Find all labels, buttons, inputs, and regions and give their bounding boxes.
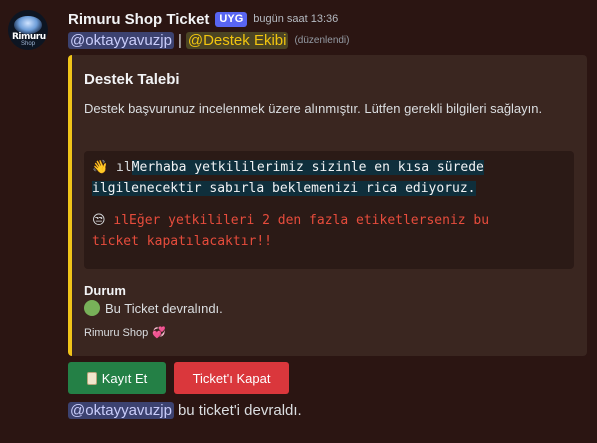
field-value-status: Bu Ticket devralındı.: [84, 300, 223, 316]
embed-description: Destek başvurunuz incelenmek üzere alınm…: [84, 101, 543, 116]
heart-icon: 💞: [152, 327, 166, 339]
waving-hand-icon: 👋: [92, 160, 109, 175]
save-button-label: Kayıt Et: [101, 370, 148, 386]
code-line: ilgilenecektir sabırla beklemenizi rica …: [92, 181, 476, 196]
code-line: Eğer yetkilileri 2 den fazla etiketlerse…: [129, 213, 490, 228]
footer-text: Rimuru Shop: [84, 326, 149, 339]
avatar-text-shop: Shop: [20, 41, 35, 47]
chat-message: Rimuru Shop Rimuru Shop Ticket UYG bugün…: [0, 0, 597, 443]
followup-message: @oktayyavuzjp bu ticket'i devraldı.: [68, 400, 302, 420]
code-block: 👋 ılMerhaba yetkililerimiz sizinle en kı…: [84, 151, 574, 269]
user-mention[interactable]: @oktayyavuzjp: [68, 401, 174, 419]
bot-avatar[interactable]: Rimuru Shop: [8, 10, 48, 50]
code-paragraph-warning: 😒 ılEğer yetkilileri 2 den fazla etiketl…: [92, 210, 568, 252]
user-mention[interactable]: @oktayyavuzjp: [68, 31, 174, 49]
scroll-icon: [86, 371, 97, 385]
author-name[interactable]: Rimuru Shop Ticket: [68, 11, 209, 28]
save-button[interactable]: Kayıt Et: [68, 362, 166, 394]
embed-footer: Rimuru Shop 💞: [84, 326, 166, 340]
message-header: Rimuru Shop Ticket UYG bugün saat 13:36: [68, 9, 338, 29]
app-tag: UYG: [215, 11, 248, 27]
unamused-face-icon: 😒: [92, 213, 106, 228]
mention-line: @oktayyavuzjp | @Destek Ekibi (düzenlend…: [68, 30, 350, 50]
close-ticket-button[interactable]: Ticket'ı Kapat: [174, 362, 289, 394]
message-timestamp: bugün saat 13:36: [253, 13, 339, 25]
code-line: Merhaba yetkililerimiz sizinle en kısa s…: [131, 160, 484, 175]
status-text: Bu Ticket devralındı.: [105, 300, 223, 316]
role-mention[interactable]: @Destek Ekibi: [185, 31, 289, 49]
embed-card: Destek Talebi Destek başvurunuz incelenm…: [68, 55, 587, 356]
mention-separator: |: [177, 31, 182, 49]
green-circle-icon: [84, 300, 100, 316]
code-marker: ıl: [113, 213, 130, 228]
code-paragraph-welcome: 👋 ılMerhaba yetkililerimiz sizinle en kı…: [92, 157, 568, 199]
followup-text: bu ticket'i devraldı.: [177, 401, 302, 419]
code-marker: ıl: [116, 160, 132, 175]
code-line: ticket kapatılacaktır!!: [92, 234, 273, 249]
embed-title: Destek Talebi: [84, 71, 180, 88]
close-ticket-button-label: Ticket'ı Kapat: [192, 370, 271, 386]
field-name-status: Durum: [84, 283, 126, 298]
edited-label: (düzenlendi): [294, 34, 350, 46]
